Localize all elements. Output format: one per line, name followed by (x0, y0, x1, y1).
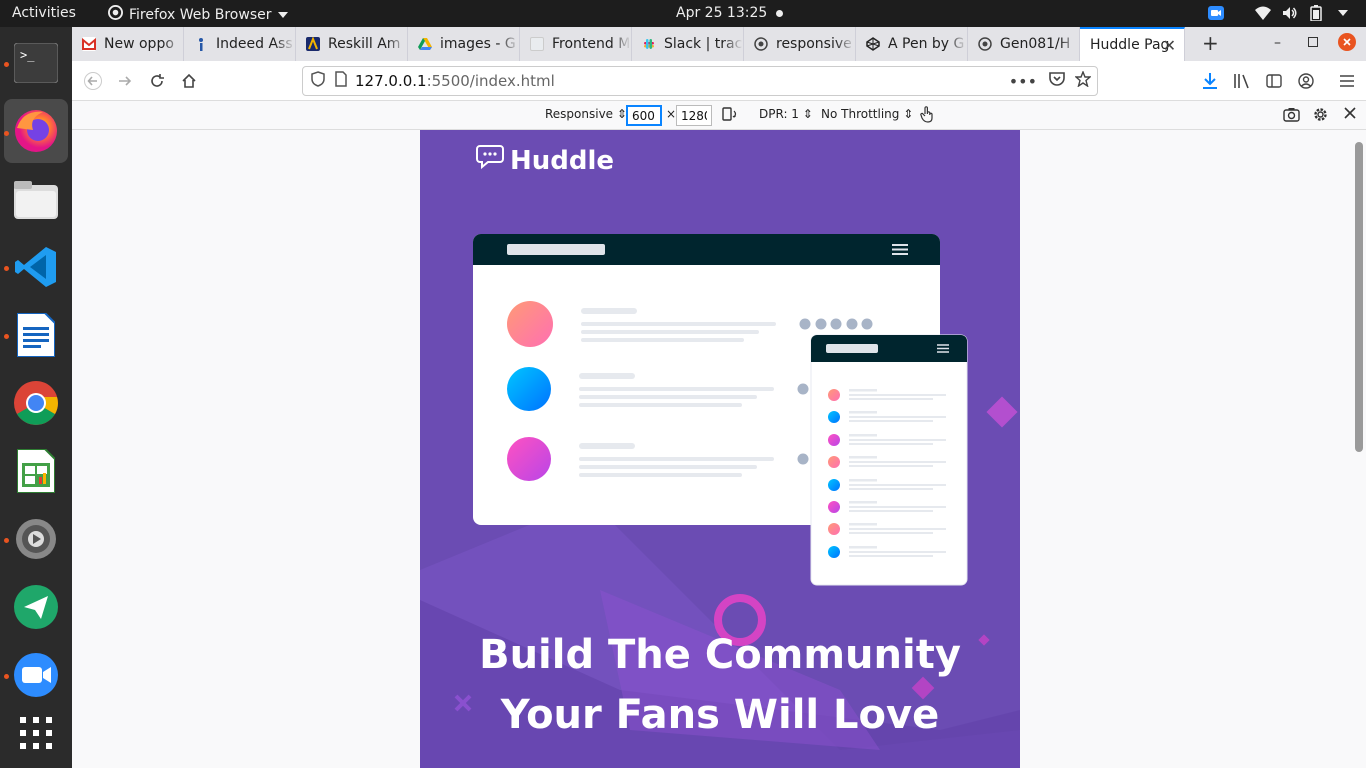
tab-gmail[interactable]: New oppo (72, 27, 184, 61)
library-icon[interactable] (1230, 69, 1254, 93)
calc-icon[interactable] (12, 447, 60, 495)
settings-icon[interactable] (12, 515, 60, 563)
new-tab-button[interactable]: + (1202, 31, 1219, 55)
system-tray[interactable] (1208, 5, 1348, 22)
hero-mockup-illustration (473, 234, 968, 586)
tab-slack[interactable]: Slack | trac (632, 27, 744, 61)
tab-google-drive[interactable]: images - G (408, 27, 520, 61)
hero-title: Build The Community Your Fans Will Love (420, 625, 1020, 745)
url-bar[interactable]: 127.0.0.1:5500/index.html ••• (302, 66, 1098, 96)
close-tab-icon[interactable]: ✕ (1163, 36, 1176, 55)
dock: >_ (0, 27, 72, 768)
hero-title-line-1: Build The Community (479, 632, 961, 678)
chat-bubble-logo-icon (476, 144, 504, 177)
navigation-toolbar: 127.0.0.1:5500/index.html ••• (72, 61, 1366, 101)
sidebar-icon[interactable] (1262, 69, 1286, 93)
url-host: 127.0.0.1 (355, 72, 427, 90)
bookmark-star-icon[interactable] (1074, 70, 1092, 91)
running-indicator (4, 266, 9, 271)
hero-title-line-2: Your Fans Will Love (500, 692, 940, 738)
settings-gear-icon[interactable] (1312, 106, 1329, 126)
clock[interactable]: Apr 25 13:25 (676, 5, 767, 21)
huddle-logo[interactable]: Huddle (476, 144, 614, 177)
close-rdm-icon[interactable] (1343, 106, 1357, 123)
rotate-viewport-icon[interactable] (722, 106, 738, 125)
forward-button[interactable] (113, 69, 137, 93)
device-selector[interactable]: Responsive ⇕ (545, 107, 627, 121)
tab-github-gen081[interactable]: Gen081/H (968, 27, 1080, 61)
running-indicator (4, 674, 9, 679)
pocket-icon[interactable] (1049, 71, 1065, 91)
frontend-mentor-favicon-icon (530, 37, 544, 51)
tab-label: Huddle Pag (1090, 37, 1170, 53)
gmail-favicon-icon (82, 37, 96, 51)
battery-icon[interactable] (1310, 5, 1326, 22)
throttling-selector[interactable]: No Throttling ⇕ (821, 107, 913, 121)
system-top-bar: Activities Firefox Web Browser Apr 25 13… (0, 0, 1366, 27)
tab-reskill[interactable]: Reskill Am (296, 27, 408, 61)
account-icon[interactable] (1294, 69, 1318, 93)
dpr-selector[interactable]: DPR: 1 ⇕ (759, 107, 813, 121)
files-icon[interactable] (12, 175, 60, 223)
terminal-icon[interactable]: >_ (12, 39, 60, 87)
app-menu[interactable]: Firefox Web Browser (108, 5, 288, 24)
send-icon[interactable] (12, 583, 60, 631)
downloads-icon[interactable] (1198, 69, 1222, 93)
responsive-design-toolbar: Responsive ⇕ × DPR: 1 ⇕ No Throttling ⇕ (72, 101, 1366, 130)
wifi-icon[interactable] (1254, 5, 1271, 21)
back-button[interactable] (81, 69, 105, 93)
app-grid-icon[interactable] (12, 709, 60, 757)
reskill-favicon-icon (306, 36, 320, 51)
power-menu-chevron-icon[interactable] (1338, 5, 1348, 21)
zoom-tray-icon[interactable] (1208, 5, 1224, 21)
tab-indeed[interactable]: Indeed Ass (184, 27, 296, 61)
hamburger-menu-icon[interactable] (1335, 69, 1359, 93)
tab-codepen[interactable]: A Pen by G (856, 27, 968, 61)
running-indicator (4, 538, 9, 543)
firefox-small-icon (108, 5, 123, 24)
drive-favicon-icon (418, 37, 432, 51)
writer-icon[interactable] (12, 311, 60, 359)
running-indicator (4, 62, 9, 67)
url-path: :5500/index.html (426, 72, 555, 90)
running-indicator (4, 334, 9, 339)
zoom-icon[interactable] (12, 651, 60, 699)
shield-icon[interactable] (311, 71, 325, 91)
firefox-icon[interactable] (4, 99, 68, 163)
screenshot-icon[interactable] (1283, 107, 1300, 125)
app-menu-label: Firefox Web Browser (129, 6, 272, 23)
indeed-favicon-icon (194, 37, 208, 51)
viewport-width-input[interactable] (626, 105, 662, 126)
dimension-separator: × (666, 107, 677, 121)
reload-button[interactable] (145, 69, 169, 93)
page-actions-icon[interactable]: ••• (1009, 72, 1037, 91)
close-window-icon[interactable] (1338, 33, 1356, 55)
tab-strip: New oppo Indeed Ass Reskill Am images - … (72, 27, 1366, 61)
svg-text:>_: >_ (20, 48, 35, 62)
tab-frontend-mentor[interactable]: Frontend M (520, 27, 632, 61)
github-favicon-icon (754, 37, 768, 51)
huddle-landing-page: Huddle Build The Community Your Fans Wil… (420, 130, 1020, 768)
brand-name: Huddle (510, 145, 615, 176)
notification-dot (776, 10, 783, 17)
viewport-height-input[interactable] (676, 105, 712, 126)
vscode-icon[interactable] (12, 243, 60, 291)
tab-huddle-active[interactable]: Huddle Pag ✕ (1080, 27, 1185, 61)
codepen-favicon-icon (866, 37, 880, 51)
activities-button[interactable]: Activities (12, 5, 76, 21)
home-button[interactable] (177, 69, 201, 93)
chevron-down-icon (277, 7, 288, 23)
chrome-icon[interactable] (12, 379, 60, 427)
vertical-scrollbar[interactable] (1355, 142, 1363, 452)
volume-icon[interactable] (1282, 5, 1298, 21)
maximize-icon[interactable] (1308, 35, 1318, 51)
touch-simulation-icon[interactable] (920, 106, 934, 126)
slack-favicon-icon (642, 37, 656, 51)
tab-github-responsive[interactable]: responsive (744, 27, 856, 61)
github-favicon-icon (978, 37, 992, 51)
page-info-icon[interactable] (335, 71, 347, 91)
minimize-icon[interactable]: – (1274, 35, 1281, 51)
running-indicator (4, 131, 9, 136)
